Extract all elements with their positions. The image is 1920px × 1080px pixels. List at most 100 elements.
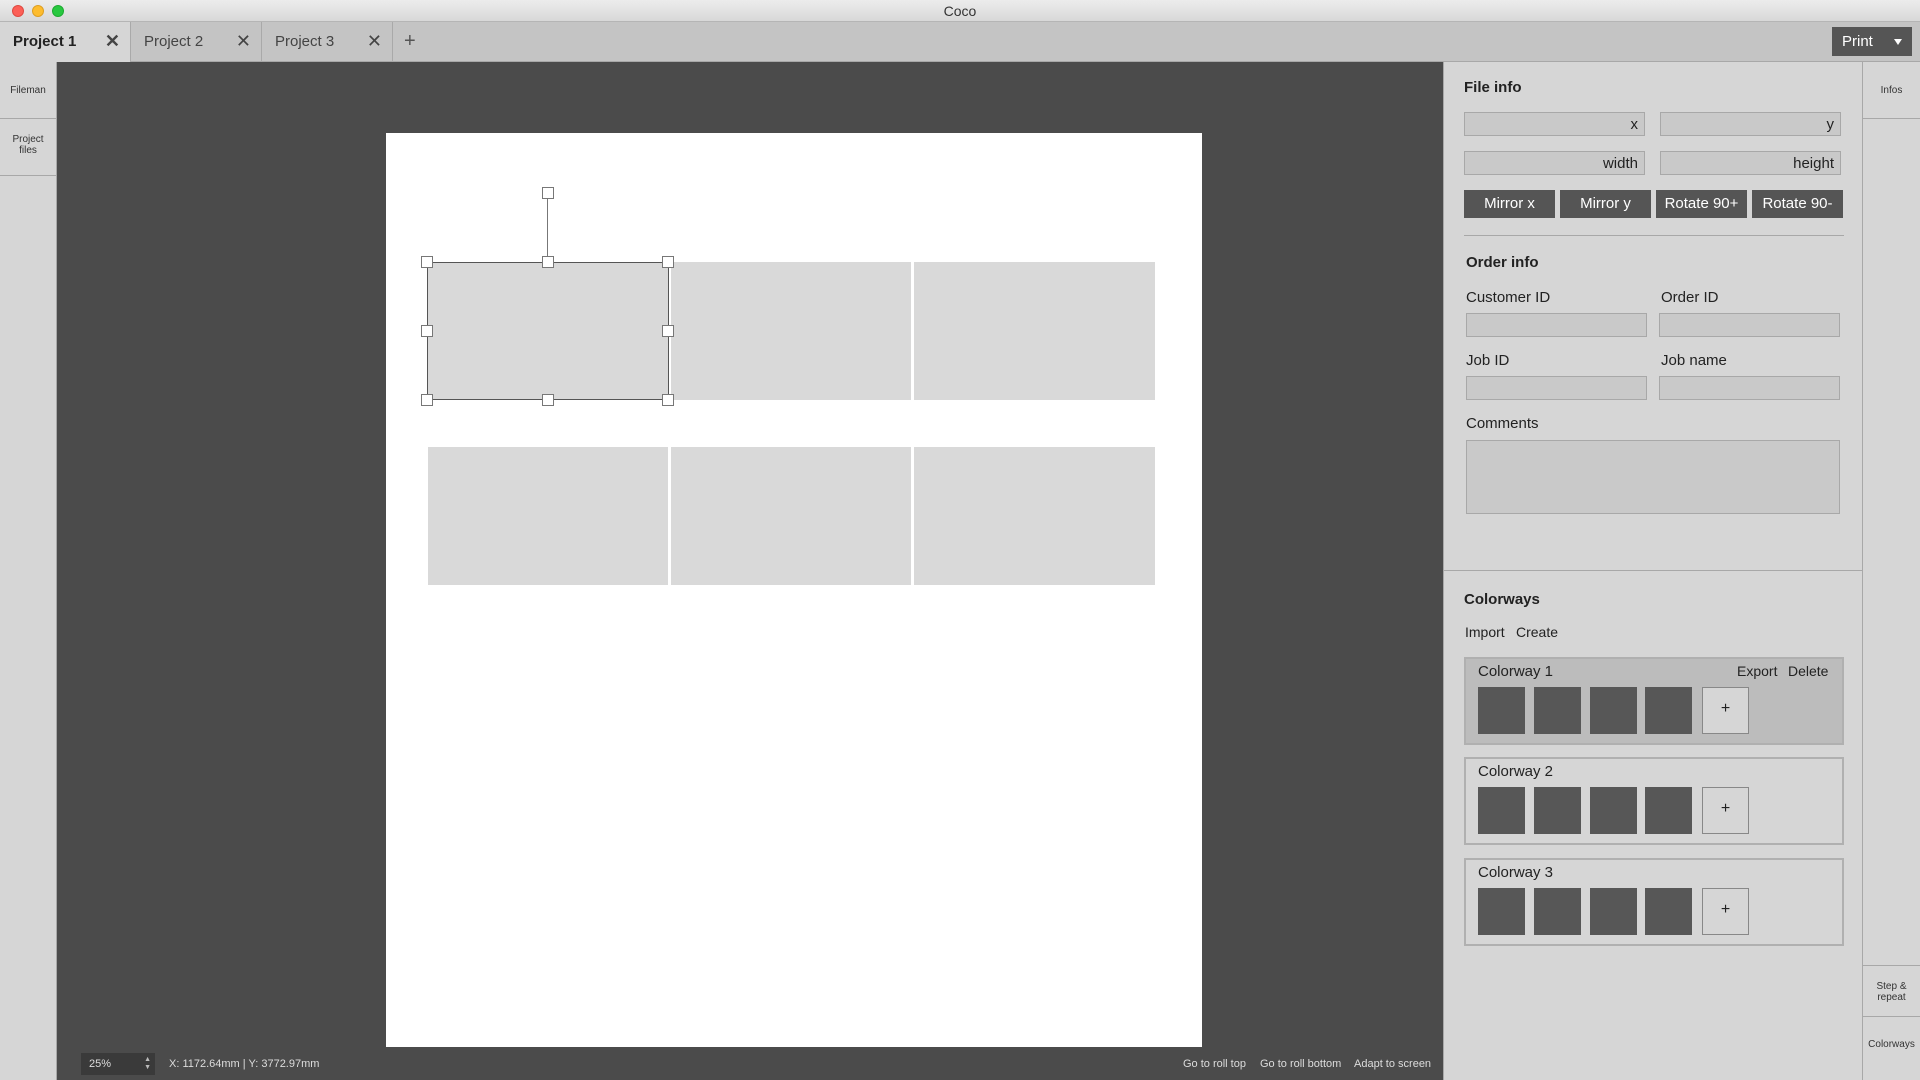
job-name-label: Job name <box>1661 352 1727 369</box>
tab-project-3[interactable]: Project 3 ✕ <box>262 22 393 62</box>
color-swatch[interactable] <box>1645 687 1692 734</box>
window-title: Coco <box>943 3 977 19</box>
mirror-y-button[interactable]: Mirror y <box>1560 190 1651 218</box>
resize-handle-right[interactable] <box>662 325 674 337</box>
go-to-roll-bottom-button[interactable]: Go to roll bottom <box>1260 1058 1341 1070</box>
layout-tile[interactable] <box>914 447 1155 585</box>
selection-box[interactable] <box>427 262 669 400</box>
color-swatch[interactable] <box>1534 888 1581 935</box>
right-panel: File info x y width height Mirror x Mirr… <box>1443 62 1864 1080</box>
tab-bar: Project 1 ✕ Project 2 ✕ Project 3 ✕ + Pr… <box>0 22 1920 62</box>
colorway-name: Colorway 3 <box>1478 864 1554 881</box>
order-info-title: Order info <box>1466 254 1539 271</box>
sidebar-item-label: Fileman <box>10 85 46 96</box>
color-swatch[interactable] <box>1590 888 1637 935</box>
resize-handle-top-right[interactable] <box>662 256 674 268</box>
canvas-area[interactable] <box>57 62 1443 1047</box>
job-name-field[interactable] <box>1659 376 1840 400</box>
x-field[interactable]: x <box>1464 112 1645 136</box>
customer-id-label: Customer ID <box>1466 289 1551 306</box>
create-button[interactable]: Create <box>1516 624 1558 640</box>
rotation-line <box>547 193 548 260</box>
rotate-handle[interactable] <box>542 187 554 199</box>
order-id-label: Order ID <box>1661 289 1719 306</box>
resize-handle-left[interactable] <box>421 325 433 337</box>
sidebar-item-fileman[interactable]: Fileman <box>0 62 56 119</box>
go-to-roll-top-button[interactable]: Go to roll top <box>1183 1058 1246 1070</box>
import-button[interactable]: Import <box>1465 624 1505 640</box>
colorways-title: Colorways <box>1464 591 1540 608</box>
close-icon[interactable]: ✕ <box>367 31 382 51</box>
add-color-button[interactable]: + <box>1702 687 1749 734</box>
add-tab-icon[interactable]: + <box>404 30 416 53</box>
y-field[interactable]: y <box>1660 112 1841 136</box>
customer-id-field[interactable] <box>1466 313 1647 337</box>
colorway-card[interactable]: Colorway 1 Export Delete + <box>1464 657 1844 745</box>
color-swatch[interactable] <box>1534 787 1581 834</box>
left-sidebar: Fileman Project files <box>0 62 57 1080</box>
tab-project-2[interactable]: Project 2 ✕ <box>131 22 262 62</box>
color-swatch[interactable] <box>1590 687 1637 734</box>
mirror-x-button[interactable]: Mirror x <box>1464 190 1555 218</box>
resize-handle-top-left[interactable] <box>421 256 433 268</box>
adapt-to-screen-button[interactable]: Adapt to screen <box>1354 1058 1431 1070</box>
add-color-button[interactable]: + <box>1702 787 1749 834</box>
comments-field[interactable] <box>1466 440 1840 514</box>
add-color-button[interactable]: + <box>1702 888 1749 935</box>
zoom-value: 25% <box>89 1058 112 1070</box>
delete-button[interactable]: Delete <box>1788 663 1828 679</box>
chevron-down-icon <box>1894 39 1902 45</box>
file-info-title: File info <box>1464 79 1522 96</box>
sidebar-item-step-repeat[interactable]: Step & repeat <box>1863 965 1920 1017</box>
comments-label: Comments <box>1466 415 1539 432</box>
layout-tile[interactable] <box>671 262 911 400</box>
close-icon[interactable]: ✕ <box>236 31 251 51</box>
colorway-card[interactable]: Colorway 2 + <box>1464 757 1844 845</box>
job-id-label: Job ID <box>1466 352 1510 369</box>
color-swatch[interactable] <box>1534 687 1581 734</box>
export-button[interactable]: Export <box>1737 663 1777 679</box>
colorway-card[interactable]: Colorway 3 + <box>1464 858 1844 946</box>
color-swatch[interactable] <box>1478 787 1525 834</box>
resize-handle-bottom-left[interactable] <box>421 394 433 406</box>
divider <box>1464 235 1844 236</box>
tab-project-1[interactable]: Project 1 ✕ <box>0 22 131 62</box>
color-swatch[interactable] <box>1478 687 1525 734</box>
rotate-90-minus-button[interactable]: Rotate 90- <box>1752 190 1843 218</box>
sidebar-item-project-files[interactable]: Project files <box>0 119 56 176</box>
sidebar-item-label: Project files <box>12 134 44 156</box>
color-swatch[interactable] <box>1478 888 1525 935</box>
width-field[interactable]: width <box>1464 151 1645 175</box>
height-field[interactable]: height <box>1660 151 1841 175</box>
sidebar-item-label: Step & repeat <box>1876 981 1907 1003</box>
color-swatch[interactable] <box>1590 787 1637 834</box>
color-swatch[interactable] <box>1645 888 1692 935</box>
status-bar: 25% ▲ ▼ X: 1172.64mm | Y: 3772.97mm Go to… <box>57 1047 1443 1080</box>
stepper-arrows-icon[interactable]: ▲ ▼ <box>144 1056 151 1072</box>
sidebar-item-infos[interactable]: Infos <box>1863 62 1920 119</box>
color-swatch[interactable] <box>1645 787 1692 834</box>
cursor-coordinates: X: 1172.64mm | Y: 3772.97mm <box>169 1058 320 1070</box>
roll-page[interactable] <box>386 133 1202 1047</box>
colorway-name: Colorway 1 <box>1478 663 1554 680</box>
resize-handle-bottom-right[interactable] <box>662 394 674 406</box>
tab-label: Project 2 <box>144 33 204 50</box>
zoom-stepper[interactable]: 25% ▲ ▼ <box>81 1053 155 1075</box>
print-button[interactable]: Print <box>1832 27 1912 56</box>
close-icon[interactable]: ✕ <box>105 31 120 51</box>
layout-tile[interactable] <box>914 262 1155 400</box>
resize-handle-bottom[interactable] <box>542 394 554 406</box>
right-sidebar: Infos Step & repeat Colorways <box>1863 62 1920 1080</box>
sidebar-item-colorways[interactable]: Colorways <box>1863 1017 1920 1069</box>
panel-divider <box>1444 570 1864 571</box>
rotate-90-plus-button[interactable]: Rotate 90+ <box>1656 190 1747 218</box>
order-id-field[interactable] <box>1659 313 1840 337</box>
resize-handle-top[interactable] <box>542 256 554 268</box>
layout-tile[interactable] <box>428 447 668 585</box>
print-label: Print <box>1842 33 1873 50</box>
layout-tile[interactable] <box>671 447 911 585</box>
job-id-field[interactable] <box>1466 376 1647 400</box>
tab-label: Project 3 <box>275 33 335 50</box>
tab-label: Project 1 <box>13 33 77 50</box>
colorway-name: Colorway 2 <box>1478 763 1554 780</box>
